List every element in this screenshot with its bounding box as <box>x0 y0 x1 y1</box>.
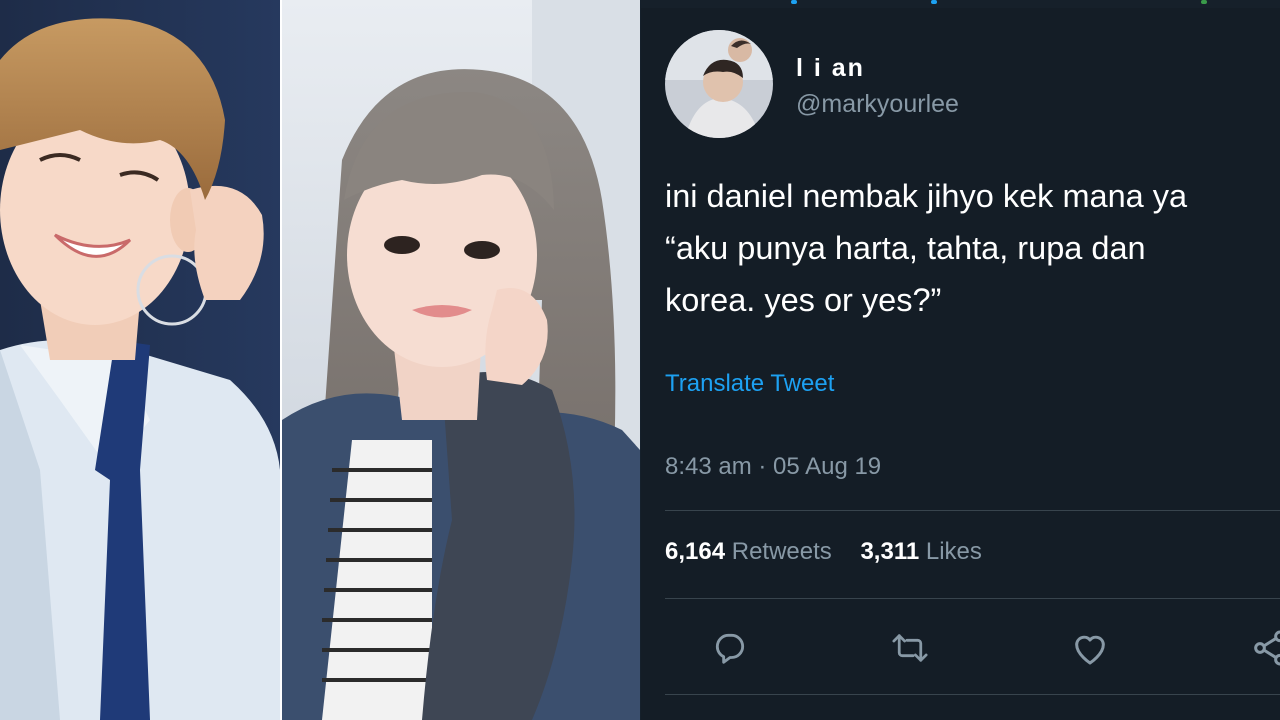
tweet-text-line: ini daniel nembak jihyo kek mana ya <box>665 178 1188 214</box>
likes-count: 3,311 <box>860 538 920 565</box>
tweet-timestamp[interactable]: 8:43 am · 05 Aug 19 <box>665 453 881 481</box>
like-button[interactable] <box>1070 628 1110 668</box>
retweet-icon <box>892 634 928 662</box>
share-button[interactable] <box>1250 628 1280 668</box>
tweet-text-line: “aku punya harta, tahta, rupa dan <box>665 230 1146 266</box>
display-name[interactable]: l i an <box>796 54 865 83</box>
likes-label: Likes <box>925 538 982 565</box>
photo-man-smiling <box>0 0 280 720</box>
share-icon <box>1254 630 1280 666</box>
divider <box>665 694 1280 695</box>
divider <box>665 598 1280 599</box>
tweet-text: ini daniel nembak jihyo kek mana ya “aku… <box>665 170 1280 326</box>
divider <box>665 510 1280 511</box>
engagement-stats: 6,164 Retweets 3,311 Likes <box>665 538 1004 566</box>
retweets-label: Retweets <box>731 538 832 565</box>
retweets-stat[interactable]: 6,164 Retweets <box>665 538 832 566</box>
heart-icon <box>1075 635 1105 665</box>
likes-stat[interactable]: 3,311 Likes <box>860 538 981 566</box>
photo-woman-smiling <box>282 0 640 720</box>
avatar[interactable] <box>665 30 773 138</box>
tweet-card: l i an @markyourlee ini daniel nembak ji… <box>641 0 1280 720</box>
retweets-count: 6,164 <box>665 538 726 565</box>
user-handle[interactable]: @markyourlee <box>796 90 959 119</box>
tweet-text-line: korea. yes or yes?” <box>665 282 942 318</box>
retweet-button[interactable] <box>890 628 930 668</box>
reply-button[interactable] <box>710 628 750 668</box>
reply-icon <box>715 633 745 664</box>
top-status-strip <box>641 0 1280 8</box>
translate-tweet-link[interactable]: Translate Tweet <box>665 370 834 398</box>
